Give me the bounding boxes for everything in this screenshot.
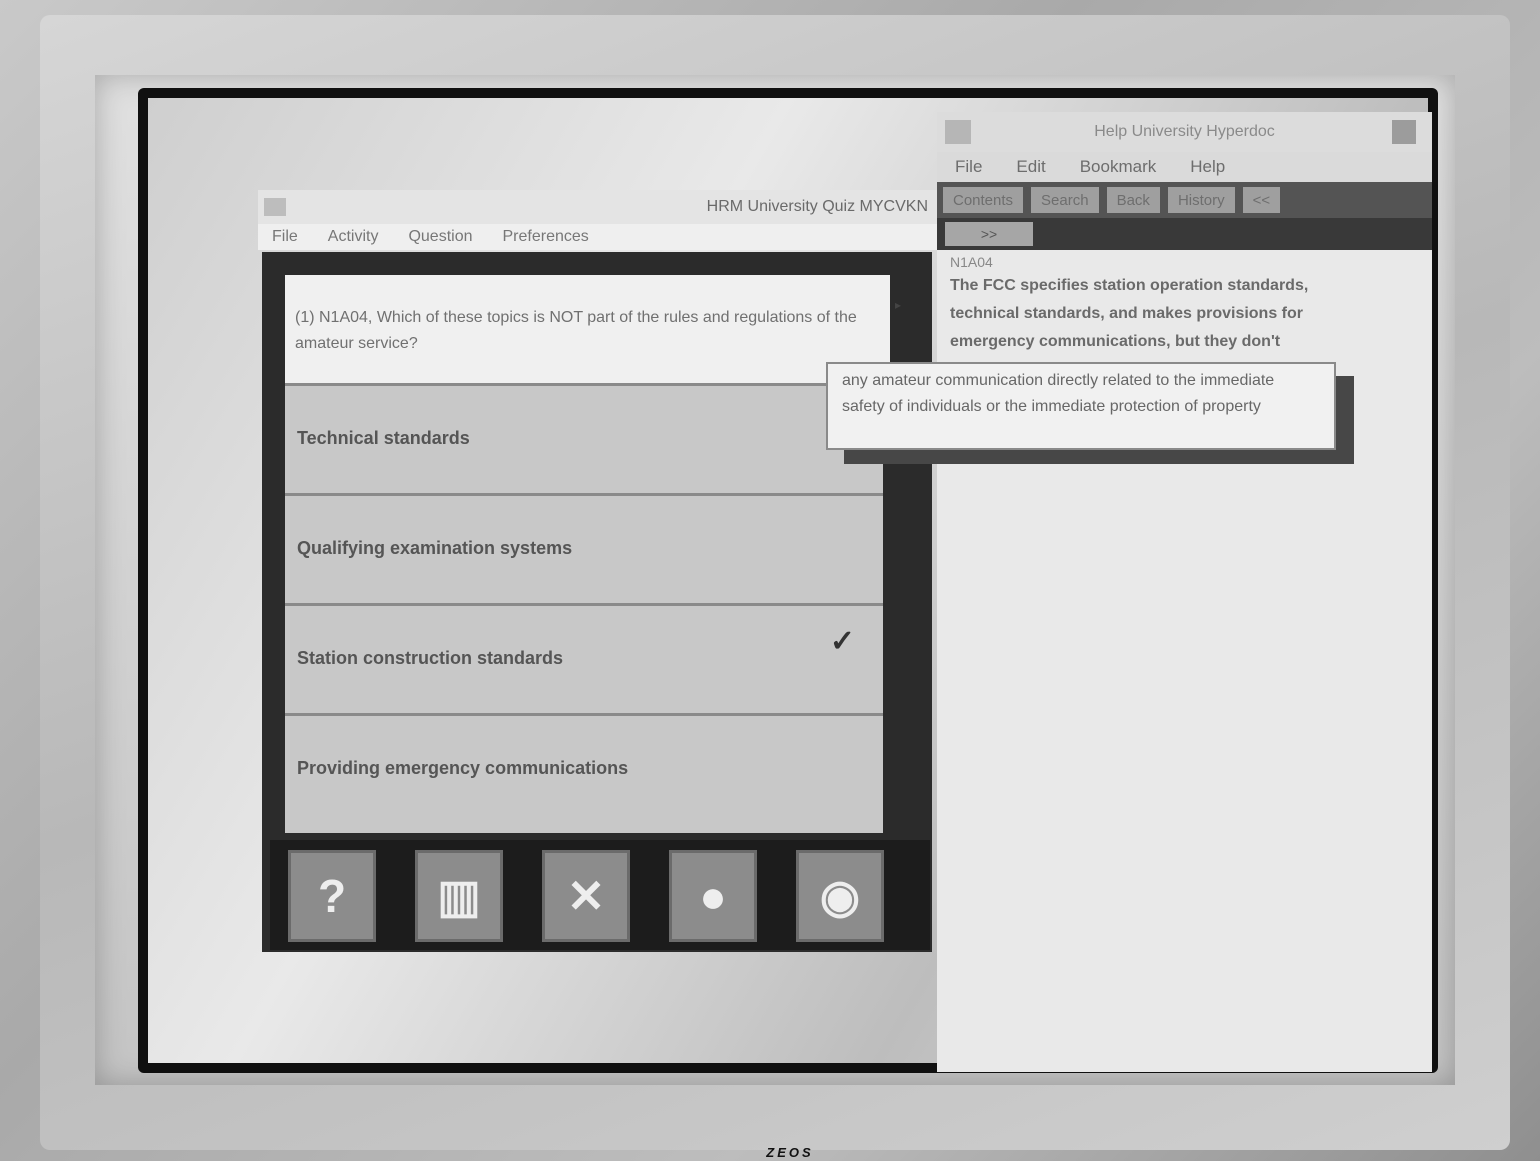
answer-label: Technical standards	[297, 427, 470, 448]
system-menu-icon[interactable]	[945, 120, 971, 144]
menu-file[interactable]: File	[955, 157, 982, 177]
hyperdoc-title: Help University Hyperdoc	[1094, 123, 1275, 140]
answer-label: Station construction standards	[297, 647, 564, 668]
answer-option-1[interactable]: Technical standards	[285, 383, 883, 490]
topic-heading: N1A04	[950, 254, 993, 270]
help-icon: ?	[317, 870, 347, 922]
back-button[interactable]: Back	[1106, 187, 1160, 213]
monitor-brand-label: ZEOS	[766, 1145, 814, 1160]
history-button[interactable]: History	[1167, 187, 1235, 213]
help-button[interactable]: ?	[288, 850, 376, 942]
answer-option-4[interactable]: Providing emergency communications	[285, 713, 883, 820]
browse-back-button[interactable]: <<	[1242, 187, 1281, 213]
menu-edit[interactable]: Edit	[1016, 157, 1045, 177]
hyperdoc-titlebar[interactable]: Help University Hyperdoc	[937, 112, 1432, 152]
content-line: technical standards, and makes provision…	[950, 305, 1303, 322]
quiz-window-titlebar[interactable]: HRM University Quiz MYCVKN	[258, 190, 938, 224]
answer-list: Technical standards Qualifying examinati…	[285, 383, 883, 833]
menu-preferences[interactable]: Preferences	[503, 228, 589, 246]
answer-label: Qualifying examination systems	[297, 537, 573, 558]
content-line: emergency communications, but they don't	[950, 333, 1281, 350]
maximize-icon[interactable]	[1392, 120, 1416, 144]
quiz-menubar: File Activity Question Preferences	[258, 224, 938, 250]
hyperdoc-menubar: File Edit Bookmark Help	[937, 152, 1432, 182]
book-button[interactable]: ▥	[415, 850, 503, 942]
globe-icon: ◉	[819, 870, 861, 922]
question-text: (1) N1A04, Which of these topics is NOT …	[285, 275, 890, 383]
menu-help[interactable]: Help	[1190, 157, 1225, 177]
answer-option-3[interactable]: Station construction standards ✓	[285, 603, 883, 710]
hyperdoc-subbar: >>	[937, 218, 1432, 250]
menu-bookmark[interactable]: Bookmark	[1080, 157, 1157, 177]
content-line: The FCC specifies station operation stan…	[950, 277, 1309, 294]
menu-question[interactable]: Question	[408, 228, 472, 246]
mouse-cursor-icon: ▸	[895, 298, 902, 312]
browse-forward-button[interactable]: >>	[945, 222, 1033, 246]
record-button[interactable]: ●	[669, 850, 757, 942]
record-icon: ●	[699, 870, 727, 922]
hyperdoc-button-bar: Contents Search Back History <<	[937, 182, 1432, 218]
contents-button[interactable]: Contents	[943, 187, 1024, 213]
tools-button[interactable]: ✕	[542, 850, 630, 942]
search-button[interactable]: Search	[1031, 187, 1099, 213]
system-menu-icon[interactable]	[264, 198, 286, 216]
definition-popup[interactable]: any amateur communication directly relat…	[826, 362, 1336, 450]
quiz-window-title: HRM University Quiz MYCVKN	[706, 198, 928, 215]
globe-button[interactable]: ◉	[796, 850, 884, 942]
checkmark-icon: ✓	[829, 625, 855, 658]
tools-icon: ✕	[566, 870, 606, 922]
book-icon: ▥	[437, 870, 481, 922]
menu-file[interactable]: File	[272, 228, 298, 246]
answer-label: Providing emergency communications	[297, 757, 629, 778]
answer-option-2[interactable]: Qualifying examination systems	[285, 493, 883, 600]
menu-activity[interactable]: Activity	[328, 228, 379, 246]
